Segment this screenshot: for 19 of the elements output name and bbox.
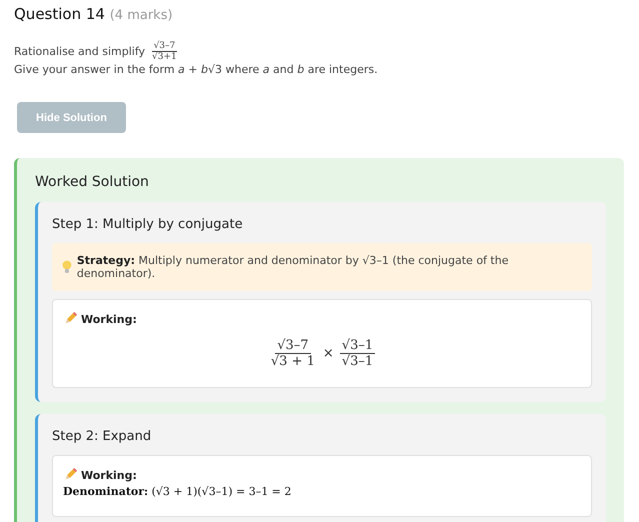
times-sign: × [322, 346, 334, 361]
solution-title: Worked Solution [35, 174, 150, 190]
fraction: √3–7 √3 + 1 [270, 338, 316, 369]
question-text: Rationalise and simplify [14, 45, 146, 58]
pencil-icon [63, 468, 77, 482]
hide-solution-button[interactable]: Hide Solution [17, 102, 126, 133]
pencil-icon [63, 312, 77, 326]
fraction: √3–1 √3–1 [340, 338, 376, 369]
fraction: √3–7 √3+1 [150, 41, 178, 62]
question-title: Question 14 [14, 5, 105, 23]
step-title: Step 2: Expand [52, 429, 152, 444]
working-line: Denominator: (√3 + 1)(√3–1) = 3–1 = 2 [63, 485, 292, 498]
lightbulb-icon [62, 260, 72, 274]
instruction-text: Give your answer in the form a + b√3 where a and b are integers. [14, 63, 379, 76]
marks-label: (4 marks) [110, 8, 173, 23]
working-label: Working: [81, 468, 137, 482]
step-title: Step 1: Multiply by conjugate [52, 217, 244, 232]
strategy-text: Strategy: Multiply numerator and denominator by √3–1 (the conjugate of the denominator). [76, 254, 510, 280]
working-label: Working: [81, 312, 137, 326]
